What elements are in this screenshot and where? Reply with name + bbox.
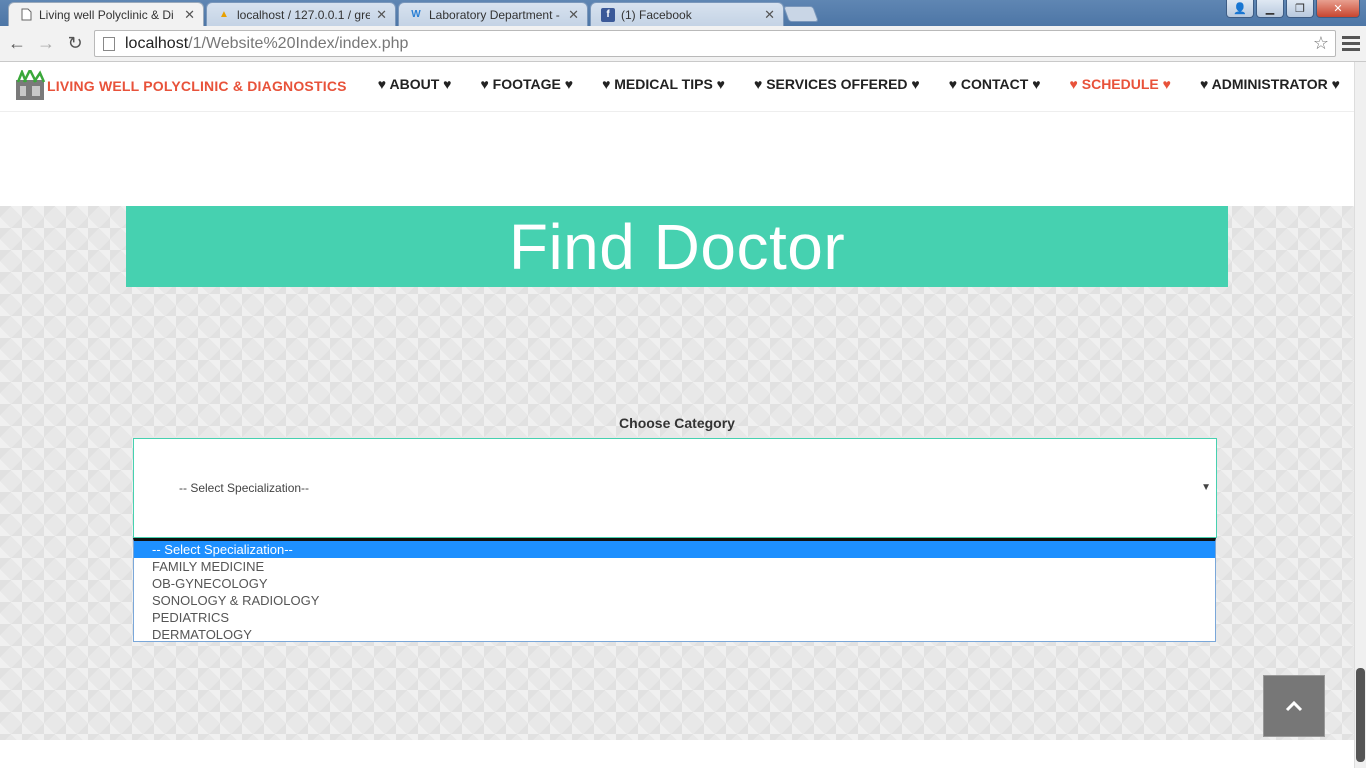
scroll-to-top-button[interactable]	[1263, 675, 1325, 737]
browser-toolbar: ← → ↻ localhost/1/Website%20Index/index.…	[0, 26, 1366, 62]
menu-services-offered[interactable]: ♥ SERVICES OFFERED ♥	[754, 76, 920, 92]
page-viewport: LIVING WELL POLYCLINIC & DIAGNOSTICS ♥ A…	[0, 62, 1354, 768]
specialization-dropdown: -- Select Specialization-- FAMILY MEDICI…	[133, 538, 1216, 642]
brand-name[interactable]: LIVING WELL POLYCLINIC & DIAGNOSTICS	[47, 78, 347, 94]
tab-title: Living well Polyclinic & Di	[39, 7, 174, 22]
main-menu: ♥ ABOUT ♥ ♥ FOOTAGE ♥ ♥ MEDICAL TIPS ♥ ♥…	[349, 76, 1340, 92]
forward-icon[interactable]: →	[35, 32, 57, 54]
user-icon[interactable]: 👤	[1226, 0, 1254, 18]
find-doctor-banner: Find Doctor	[126, 206, 1228, 287]
tab-title: localhost / 127.0.0.1 / gre	[237, 7, 371, 22]
new-tab-button[interactable]	[783, 6, 819, 22]
tab-laboratory[interactable]: W Laboratory Department - ✕	[398, 2, 588, 26]
url-host: localhost	[125, 34, 189, 52]
tab-facebook[interactable]: f (1) Facebook ✕	[590, 2, 784, 26]
maximize-button[interactable]: ❐	[1286, 0, 1314, 18]
footer-strip	[0, 740, 1354, 768]
tab-living-well[interactable]: Living well Polyclinic & Di ✕	[8, 2, 204, 26]
minimize-button[interactable]: ▁	[1256, 0, 1284, 18]
back-icon[interactable]: ←	[6, 32, 28, 54]
close-tab-icon[interactable]: ✕	[568, 7, 579, 23]
menu-contact[interactable]: ♥ CONTACT ♥	[949, 76, 1041, 92]
scrollbar-thumb[interactable]	[1356, 668, 1365, 762]
facebook-icon: f	[601, 7, 615, 22]
tab-title: Laboratory Department -	[429, 7, 560, 22]
menu-footage[interactable]: ♥ FOOTAGE ♥	[480, 76, 573, 92]
pma-icon: ▲	[219, 9, 229, 20]
address-bar[interactable]: localhost/1/Website%20Index/index.php ☆	[94, 30, 1336, 57]
option-select-specialization[interactable]: -- Select Specialization--	[134, 541, 1215, 558]
tab-phpmyadmin[interactable]: ▲ localhost / 127.0.0.1 / gre ✕	[206, 2, 396, 26]
chevron-down-icon: ▼	[1201, 482, 1211, 493]
close-tab-icon[interactable]: ✕	[764, 7, 775, 23]
chevron-up-icon	[1285, 700, 1303, 712]
window-controls: 👤 ▁ ❐ ✕	[1226, 0, 1360, 18]
browser-menu-icon[interactable]	[1342, 32, 1360, 54]
option-family-medicine[interactable]: FAMILY MEDICINE	[134, 558, 1215, 575]
close-tab-icon[interactable]: ✕	[376, 7, 387, 23]
category-label: Choose Category	[619, 415, 735, 431]
menu-schedule[interactable]: ♥ SCHEDULE ♥	[1070, 76, 1171, 92]
select-value: -- Select Specialization--	[179, 481, 310, 495]
tab-title: (1) Facebook	[621, 7, 692, 22]
option-ob-gynecology[interactable]: OB-GYNECOLOGY	[134, 575, 1215, 592]
page-icon	[19, 8, 33, 22]
reload-icon[interactable]: ↻	[64, 32, 86, 54]
close-tab-icon[interactable]: ✕	[184, 7, 195, 23]
clinic-logo	[16, 70, 46, 100]
close-window-button[interactable]: ✕	[1316, 0, 1360, 18]
browser-tab-bar: Living well Polyclinic & Di ✕ ▲ localhos…	[0, 0, 1366, 26]
menu-medical-tips[interactable]: ♥ MEDICAL TIPS ♥	[602, 76, 725, 92]
w-icon: W	[411, 9, 421, 20]
page-icon	[103, 36, 115, 51]
option-sonology-radiology[interactable]: SONOLOGY & RADIOLOGY	[134, 592, 1215, 609]
menu-about[interactable]: ♥ ABOUT ♥	[378, 76, 452, 92]
menu-administrator[interactable]: ♥ ADMINISTRATOR ♥	[1200, 76, 1340, 92]
page-scrollbar[interactable]	[1354, 62, 1366, 768]
specialization-select[interactable]: -- Select Specialization-- ▼	[133, 438, 1217, 538]
page-title: Find Doctor	[508, 210, 846, 283]
bookmark-star-icon[interactable]: ☆	[1313, 33, 1329, 54]
option-dermatology[interactable]: DERMATOLOGY	[134, 626, 1215, 641]
option-pediatrics[interactable]: PEDIATRICS	[134, 609, 1215, 626]
url-path: /1/Website%20Index/index.php	[188, 34, 409, 52]
site-navbar: LIVING WELL POLYCLINIC & DIAGNOSTICS ♥ A…	[0, 62, 1354, 112]
